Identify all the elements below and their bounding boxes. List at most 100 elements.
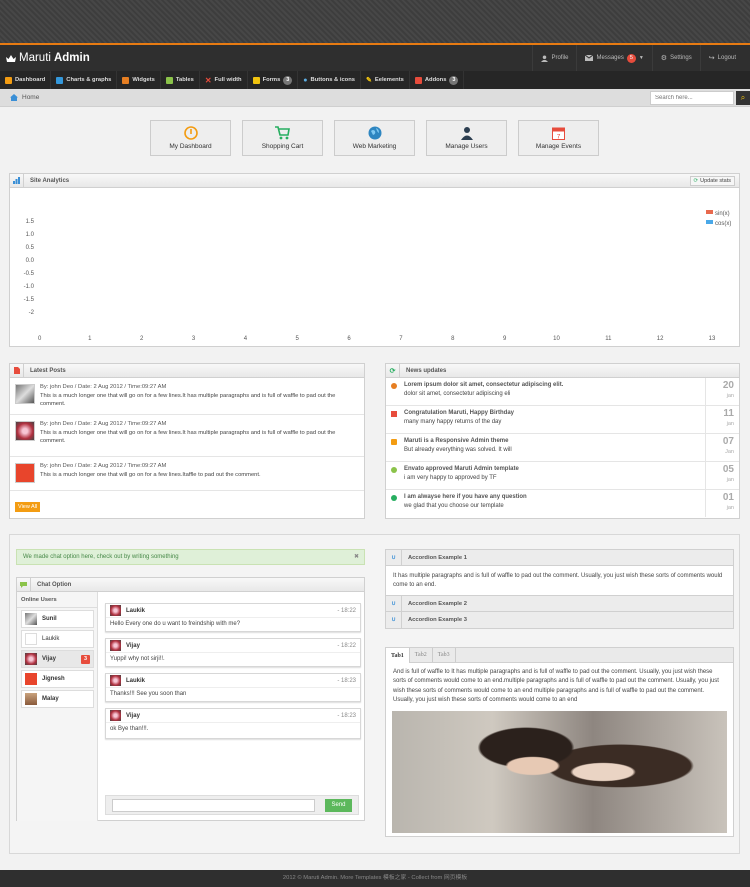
- news-month: jan: [726, 477, 734, 483]
- send-button[interactable]: Send: [325, 799, 352, 812]
- site-analytics-title: Site Analytics: [30, 177, 70, 184]
- news-day: 05: [722, 464, 734, 475]
- online-user[interactable]: Jignesh: [21, 670, 94, 688]
- news-item[interactable]: I am alwayse here if you have any questi…: [386, 490, 739, 518]
- news-updates-title: News updates: [406, 367, 447, 374]
- quick-web-marketing[interactable]: Web Marketing: [334, 120, 415, 156]
- accordion-header-3[interactable]: ∪ Accordion Example 3: [386, 612, 733, 628]
- file-icon: [414, 76, 422, 84]
- chart-icon: [56, 76, 64, 84]
- online-user[interactable]: Vijay 3: [21, 650, 94, 668]
- nav-label: Charts & graphs: [66, 77, 112, 83]
- message-time: - 18:23: [337, 677, 356, 684]
- breadcrumb-home[interactable]: Home: [22, 94, 39, 101]
- nav-addons[interactable]: Addons 3: [410, 71, 465, 89]
- chat-message-input[interactable]: [112, 799, 315, 812]
- settings-link[interactable]: ⚙ Settings: [651, 45, 700, 71]
- avatar: [25, 633, 37, 645]
- comment-icon: [17, 577, 31, 592]
- view-all-button[interactable]: View All: [15, 502, 41, 512]
- quick-label: Manage Users: [445, 143, 488, 150]
- user-name: Malay: [42, 696, 59, 702]
- x-tick-label: 9: [503, 336, 507, 342]
- search-button[interactable]: ⌕: [736, 91, 750, 105]
- y-tick-label: -2: [29, 310, 35, 316]
- message-header: Vijay - 18:23: [106, 709, 360, 723]
- nav-charts[interactable]: Charts & graphs: [51, 71, 118, 89]
- addons-badge: 3: [449, 75, 459, 85]
- news-day: 20: [722, 380, 734, 391]
- profile-label: Profile: [551, 55, 569, 61]
- news-date: 20 jan: [705, 378, 739, 405]
- footer: 2012 © Maruti Admin. More Templates 模板之家…: [0, 870, 750, 887]
- news-item[interactable]: Congratulation Maruti, Happy Birthday ma…: [386, 406, 739, 434]
- latest-posts-panel: Latest Posts By: john Deo / Date: 2 Aug …: [9, 363, 365, 519]
- accordion-panel: ∪ Accordion Example 1 It has multiple par…: [385, 549, 734, 629]
- nav-buttons-icons[interactable]: ● Buttons & icons: [298, 71, 361, 89]
- search-input[interactable]: [650, 91, 734, 105]
- news-date: 11 jan: [705, 406, 739, 433]
- tab-3[interactable]: Tab3: [433, 648, 456, 662]
- dashboard-icon: [183, 126, 198, 140]
- news-item[interactable]: Maruti is a Responsive Admin theme But a…: [386, 434, 739, 462]
- close-icon[interactable]: ✖: [354, 550, 359, 564]
- x-tick-label: 6: [347, 336, 351, 342]
- accordion-header-1[interactable]: ∪ Accordion Example 1: [386, 549, 733, 566]
- logout-link[interactable]: ↪ Logout: [699, 45, 744, 71]
- nav-full-width[interactable]: ✕ Full width: [200, 71, 248, 89]
- online-user[interactable]: Malay: [21, 690, 94, 708]
- avatar: [25, 693, 37, 705]
- news-item[interactable]: Lorem ipsum dolor sit amet, consectetur …: [386, 378, 739, 406]
- quick-actions: My Dashboard Shopping Cart Web Marketing…: [150, 120, 599, 156]
- accordion-header-2[interactable]: ∪ Accordion Example 2: [386, 595, 733, 612]
- post-text: This is a much longer one that will go o…: [40, 471, 261, 478]
- online-user[interactable]: Sunil: [21, 610, 94, 628]
- person-icon: [460, 127, 473, 140]
- tab-1[interactable]: Tab1: [386, 648, 410, 663]
- x-tick-label: 13: [709, 336, 716, 342]
- post-text: This is a much longer one that will go o…: [40, 429, 336, 445]
- x-tick-label: 4: [244, 336, 248, 342]
- nav-forms[interactable]: Forms 3: [248, 71, 299, 89]
- quick-my-dashboard[interactable]: My Dashboard: [150, 120, 231, 156]
- quick-shopping-cart[interactable]: Shopping Cart: [242, 120, 323, 156]
- refresh-icon: ⟳: [693, 178, 699, 184]
- nav-elements[interactable]: ✎ Eelements: [361, 71, 410, 89]
- chat-title: Chat Option: [37, 581, 72, 588]
- news-day: 11: [723, 408, 734, 419]
- nav-widgets[interactable]: Widgets: [117, 71, 161, 89]
- home-icon: [10, 94, 18, 101]
- messages-link[interactable]: Messages 5 ▼: [576, 45, 651, 71]
- messages-label: Messages: [596, 55, 624, 61]
- x-tick-label: 2: [140, 336, 144, 342]
- x-tick-label: 10: [553, 336, 560, 342]
- chat-input-bar: Send: [105, 795, 359, 815]
- news-title: Maruti is a Responsive Admin theme: [404, 438, 509, 444]
- quick-label: Manage Events: [535, 143, 582, 150]
- chat-panel: Chat Option Online Users Sunil Laukik Vi…: [16, 577, 365, 821]
- latest-posts-title: Latest Posts: [30, 367, 66, 374]
- nav-label: Buttons & icons: [310, 77, 355, 83]
- app-logo[interactable]: Maruti Admin: [6, 52, 90, 64]
- chat-message: Laukik - 18:22 Hello Every one do u want t…: [105, 603, 361, 632]
- update-stats-button[interactable]: ⟳ Update stats: [689, 176, 735, 186]
- nav-label: Eelements: [374, 77, 404, 83]
- cart-icon: [275, 126, 290, 140]
- nav-tables[interactable]: Tables: [161, 71, 200, 89]
- nav-dashboard[interactable]: Dashboard: [0, 71, 52, 89]
- quick-manage-events[interactable]: 7 Manage Events: [518, 120, 599, 156]
- news-item[interactable]: Envato approved Maruti Admin template i …: [386, 462, 739, 490]
- online-user[interactable]: Laukik: [21, 630, 94, 648]
- message-text: Thanks!!! See you soon than: [110, 691, 187, 697]
- y-tick-label: 0.5: [26, 245, 35, 251]
- caret-down-icon: ▼: [638, 55, 644, 61]
- tab-2[interactable]: Tab2: [410, 648, 433, 662]
- quick-manage-users[interactable]: Manage Users: [426, 120, 507, 156]
- news-day: 01: [722, 492, 734, 503]
- x-tick-label: 5: [296, 336, 300, 342]
- user-icon: [541, 54, 549, 62]
- x-tick-label: 12: [657, 336, 664, 342]
- news-text: i am very happy to approved by TF: [404, 475, 497, 481]
- drop-icon: ●: [303, 76, 308, 84]
- profile-link[interactable]: Profile: [532, 45, 576, 71]
